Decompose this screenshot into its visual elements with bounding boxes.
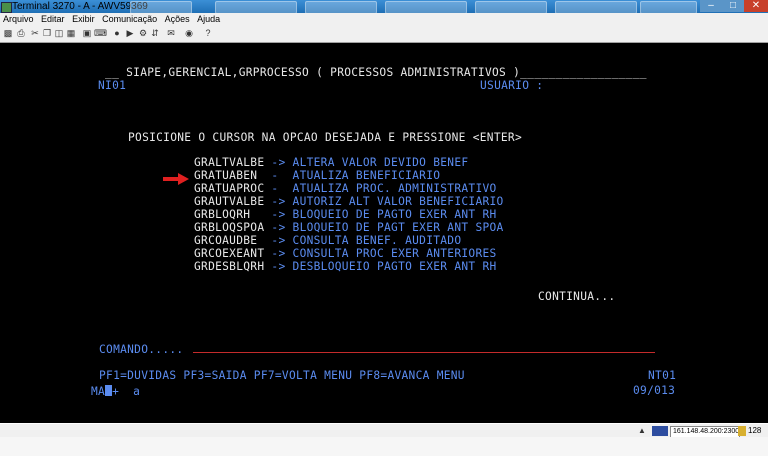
option-separator: - — [271, 182, 286, 195]
minimize-button[interactable]: – — [700, 0, 722, 12]
menu-ajuda[interactable]: Ajuda — [197, 14, 220, 24]
record-icon[interactable]: ● — [112, 28, 122, 38]
status-count: 128 — [748, 426, 762, 435]
selection-arrow-icon — [163, 173, 189, 185]
menu-option[interactable]: GRBLOQSPOA -> BLOQUEIO DE PAGT EXER ANT … — [194, 222, 504, 234]
option-separator: -> — [271, 208, 286, 221]
menu-acoes[interactable]: Ações — [165, 14, 190, 24]
cut-icon[interactable]: ✂ — [30, 28, 40, 38]
option-code: GRAUTVALBE — [194, 195, 265, 208]
option-code: GRBLOQRH — [194, 208, 251, 221]
option-code: GRATUAPROC — [194, 182, 265, 195]
menu-bar: Arquivo Editar Exibir Comunicação Ações … — [0, 13, 768, 25]
screen-code: NT01 — [648, 369, 677, 382]
option-code: GRBLOQSPOA — [194, 221, 265, 234]
menu-option[interactable]: GRCOEXEANT -> CONSULTA PROC EXER ANTERIO… — [194, 248, 497, 260]
maximize-button[interactable]: □ — [722, 0, 744, 12]
paste-icon[interactable]: ◫ — [54, 28, 64, 38]
transfer-icon[interactable]: ⇵ — [150, 28, 160, 38]
settings-icon[interactable]: ⚙ — [138, 28, 148, 38]
lock-icon — [738, 426, 746, 436]
menu-option[interactable]: GRALTVALBE -> ALTERA VALOR DEVIDO BENEF — [194, 157, 468, 169]
option-description: CONSULTA PROC EXER ANTERIORES — [292, 247, 497, 260]
option-code: GRCOAUDBE — [194, 234, 258, 247]
close-button[interactable]: ✕ — [744, 0, 768, 12]
disk-icon[interactable]: ◉ — [184, 28, 194, 38]
menu-option[interactable]: GRAUTVALBE -> AUTORIZ ALT VALOR BENEFICI… — [194, 196, 504, 208]
menu-comunicacao[interactable]: Comunicação — [102, 14, 157, 24]
option-separator: -> — [271, 234, 286, 247]
option-separator: -> — [271, 247, 286, 260]
option-description: DESBLOQUEIO PAGTO EXER ANT RH — [292, 260, 497, 273]
continua-text: CONTINUA... — [538, 290, 616, 303]
option-description: ALTERA VALOR DEVIDO BENEF — [292, 156, 469, 169]
menu-option[interactable]: GRATUABEN - ATUALIZA BENEFICIARIO — [194, 170, 440, 182]
screen-header: __ SIAPE,GERENCIAL,GRPROCESSO ( PROCESSO… — [98, 66, 647, 79]
comando-label: COMANDO..... — [99, 343, 184, 356]
menu-arquivo[interactable]: Arquivo — [3, 14, 34, 24]
help-icon[interactable]: ? — [203, 28, 213, 38]
copy-icon[interactable]: ❐ — [42, 28, 52, 38]
option-separator: -> — [271, 156, 286, 169]
terminal-app-icon — [1, 2, 12, 13]
option-code: GRDESBLQRH — [194, 260, 265, 273]
option-description: BLOQUEIO DE PAGTO EXER ANT RH — [292, 208, 497, 221]
menu-exibir[interactable]: Exibir — [72, 14, 95, 24]
title-bar: Terminal 3270 - A - AWV59369 – □ ✕ — [0, 0, 768, 14]
menu-option[interactable]: GRBLOQRH -> BLOQUEIO DE PAGTO EXER ANT R… — [194, 209, 497, 221]
terminal-screen[interactable]: __ SIAPE,GERENCIAL,GRPROCESSO ( PROCESSO… — [0, 43, 768, 423]
menu-option[interactable]: GRATUAPROC - ATUALIZA PROC. ADMINISTRATI… — [194, 183, 497, 195]
print-icon[interactable]: ⎙ — [16, 28, 26, 38]
message-icon[interactable]: ✉ — [166, 28, 176, 38]
option-description: BLOQUEIO DE PAGT EXER ANT SPOA — [292, 221, 504, 234]
connect-icon[interactable]: ▩ — [3, 28, 13, 38]
comando-input[interactable] — [193, 352, 655, 353]
option-code: GRCOEXEANT — [194, 247, 265, 260]
up-arrow-icon[interactable]: ▲ — [638, 427, 646, 435]
usuario-label: USUARIO : — [480, 79, 544, 92]
instruction-text: POSICIONE O CURSOR NA OPCAO DESEJADA E P… — [128, 131, 522, 144]
macro-icon[interactable]: ▣ — [82, 28, 92, 38]
status-bar: ▲ 161.148.48.200:23000 128 — [0, 423, 768, 438]
window-title: Terminal 3270 - A - AWV59369 — [12, 1, 148, 12]
toolbar: ▩ ⎙ ✂ ❐ ◫ ▦ ▣ ⌨ ● ▶ ⚙ ⇵ ✉ ◉ ? — [0, 25, 768, 43]
option-description: ATUALIZA PROC. ADMINISTRATIVO — [292, 182, 497, 195]
option-code: GRATUABEN — [194, 169, 258, 182]
menu-editar[interactable]: Editar — [41, 14, 65, 24]
option-separator: -> — [271, 195, 286, 208]
option-separator: -> — [271, 221, 286, 234]
option-code: GRALTVALBE — [194, 156, 265, 169]
option-description: CONSULTA BENEF. AUDITADO — [292, 234, 462, 247]
oia-status: MA + a — [91, 385, 140, 398]
option-description: AUTORIZ ALT VALOR BENEFICIARIO — [292, 195, 504, 208]
keyboard-icon[interactable]: ⌨ — [94, 28, 107, 38]
play-icon[interactable]: ▶ — [125, 28, 135, 38]
menu-option[interactable]: GRDESBLQRH -> DESBLOQUEIO PAGTO EXER ANT… — [194, 261, 497, 273]
menu-option[interactable]: GRCOAUDBE -> CONSULTA BENEF. AUDITADO — [194, 235, 461, 247]
option-description: ATUALIZA BENEFICIARIO — [292, 169, 441, 182]
pf-keys: PF1=DUVIDAS PF3=SAIDA PF7=VOLTA MENU PF8… — [99, 369, 465, 382]
terminal-id: NI01 — [98, 79, 127, 92]
footer-area — [0, 437, 768, 456]
option-separator: -> — [271, 260, 286, 273]
oia-flags: + a — [112, 385, 141, 398]
clipboard-icon[interactable]: ▦ — [66, 28, 76, 38]
network-icon — [652, 426, 668, 436]
cursor-position: 09/013 — [633, 384, 676, 397]
oia-mode: MA — [91, 385, 106, 398]
option-separator: - — [271, 169, 286, 182]
